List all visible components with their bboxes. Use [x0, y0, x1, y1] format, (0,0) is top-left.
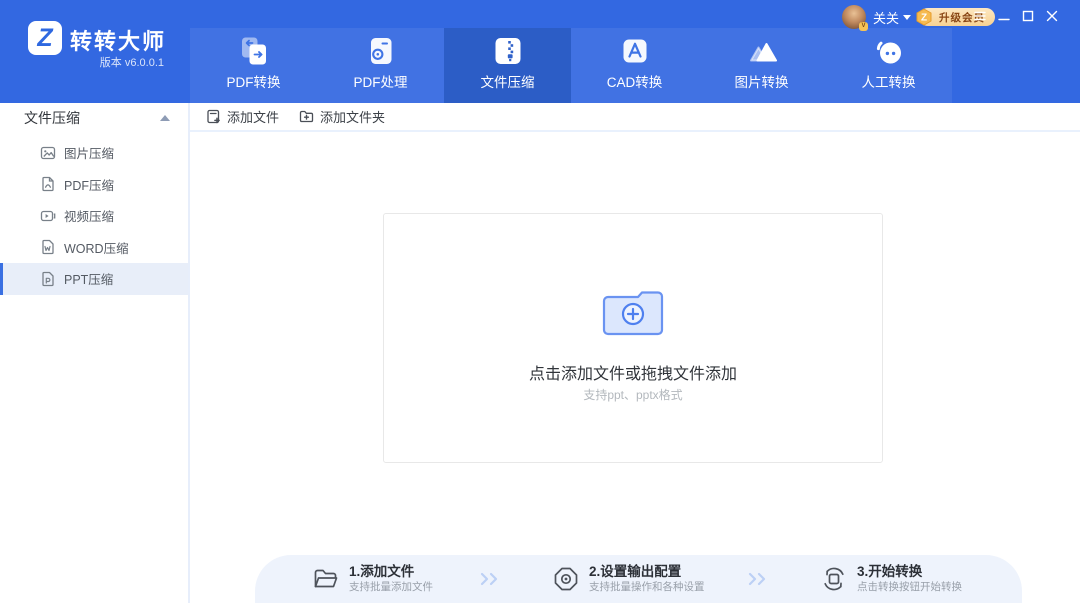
convert-icon: [820, 565, 848, 593]
badge-z-coin-icon: Z: [915, 8, 933, 26]
step-subtitle: 支持批量添加文件: [349, 581, 433, 594]
manual-convert-icon: [872, 34, 906, 68]
steps-bar: 1.添加文件 支持批量添加文件 2.设置输出配置 支持批量操作和各种设置: [255, 555, 1022, 603]
sidebar-divider: [188, 103, 190, 603]
step-subtitle: 点击转换按钮开始转换: [857, 581, 962, 594]
app-window: Z 转转大师 版本 v6.0.0.1 PDF转换: [0, 0, 1080, 603]
sidebar-list: 图片压缩 PDF压缩 视频压缩: [0, 133, 188, 295]
add-file-label: 添加文件: [227, 107, 279, 126]
sidebar-item-label: 视频压缩: [64, 206, 114, 225]
sidebar-item-ppt-compress[interactable]: PPT压缩: [0, 263, 188, 295]
tab-pdf-convert[interactable]: PDF转换: [190, 28, 317, 103]
step-output-settings: 2.设置输出配置 支持批量操作和各种设置: [552, 564, 705, 594]
tab-file-compress[interactable]: 文件压缩: [444, 28, 571, 103]
app-title: 转转大师: [70, 24, 166, 56]
tab-label: CAD转换: [607, 71, 663, 91]
image-file-icon: [40, 145, 56, 161]
pdf-file-icon: [40, 176, 56, 192]
toolbar: 添加文件 添加文件夹: [190, 103, 1080, 132]
sidebar-item-pdf-compress[interactable]: PDF压缩: [0, 169, 188, 201]
chevron-right-icon: [747, 572, 769, 586]
video-file-icon: [40, 208, 56, 224]
header: Z 转转大师 版本 v6.0.0.1 PDF转换: [0, 0, 1080, 103]
chevron-right-icon: [479, 572, 501, 586]
sidebar: 文件压缩 图片压缩 PDF压缩: [0, 103, 188, 603]
sidebar-header[interactable]: 文件压缩: [0, 103, 188, 133]
close-icon[interactable]: [1044, 8, 1060, 24]
minimize-icon[interactable]: [996, 8, 1012, 24]
avatar-vip-badge: V: [859, 22, 868, 31]
tab-label: PDF转换: [227, 71, 281, 91]
sidebar-item-label: 图片压缩: [64, 143, 114, 162]
dropzone-title: 点击添加文件或拖拽文件添加: [384, 360, 882, 384]
add-file-icon: [206, 109, 221, 124]
pdf-convert-icon: [237, 34, 271, 68]
word-file-icon: [40, 239, 56, 255]
step-add-file: 1.添加文件 支持批量添加文件: [312, 564, 433, 594]
user-name[interactable]: 关关: [873, 8, 899, 27]
tab-cad-convert[interactable]: CAD转换: [571, 28, 698, 103]
tab-pdf-process[interactable]: PDF处理: [317, 28, 444, 103]
sidebar-item-label: PDF压缩: [64, 175, 114, 194]
sidebar-item-image-compress[interactable]: 图片压缩: [0, 137, 188, 169]
cad-convert-icon: [618, 34, 652, 68]
tab-label: 文件压缩: [481, 71, 535, 91]
main-nav-tabs: PDF转换 PDF处理: [190, 28, 952, 103]
window-controls: [972, 8, 1060, 24]
tab-manual-convert[interactable]: 人工转换: [825, 28, 952, 103]
user-avatar[interactable]: V: [842, 5, 866, 29]
sidebar-item-word-compress[interactable]: WORD压缩: [0, 232, 188, 264]
file-compress-icon: [491, 34, 525, 68]
app-version: 版本 v6.0.0.1: [68, 54, 164, 70]
collapse-caret-up-icon[interactable]: [160, 115, 170, 121]
logo-letter: Z: [37, 26, 52, 51]
step-title: 1.添加文件: [349, 564, 433, 580]
ppt-file-icon: [40, 271, 56, 287]
image-convert-icon: [745, 34, 779, 68]
app-logo-icon: Z: [28, 21, 62, 55]
user-caret-down-icon[interactable]: [903, 15, 911, 20]
step-start-convert: 3.开始转换 点击转换按钮开始转换: [820, 564, 962, 594]
add-folder-icon: [299, 109, 314, 124]
dropzone-subtitle: 支持ppt、pptx格式: [384, 386, 882, 403]
menu-icon[interactable]: [972, 8, 988, 24]
maximize-icon[interactable]: [1020, 8, 1036, 24]
sidebar-item-label: PPT压缩: [64, 269, 113, 288]
add-folder-button[interactable]: 添加文件夹: [299, 107, 385, 126]
logo-area: Z 转转大师 版本 v6.0.0.1: [0, 0, 190, 103]
add-folder-plus-icon: [601, 284, 665, 338]
sidebar-item-label: WORD压缩: [64, 238, 129, 257]
step-title: 2.设置输出配置: [589, 564, 705, 580]
tab-label: 图片转换: [735, 71, 789, 91]
svg-text:Z: Z: [921, 13, 927, 24]
file-dropzone[interactable]: 点击添加文件或拖拽文件添加 支持ppt、pptx格式: [383, 213, 883, 463]
pdf-process-icon: [364, 34, 398, 68]
settings-icon: [552, 565, 580, 593]
add-folder-label: 添加文件夹: [320, 107, 385, 126]
step-title: 3.开始转换: [857, 564, 962, 580]
tab-label: 人工转换: [862, 71, 916, 91]
add-file-button[interactable]: 添加文件: [206, 107, 279, 126]
sidebar-item-video-compress[interactable]: 视频压缩: [0, 200, 188, 232]
step-subtitle: 支持批量操作和各种设置: [589, 581, 705, 594]
tab-label: PDF处理: [354, 71, 408, 91]
folder-icon: [312, 565, 340, 593]
tab-image-convert[interactable]: 图片转换: [698, 28, 825, 103]
sidebar-title: 文件压缩: [24, 108, 80, 128]
